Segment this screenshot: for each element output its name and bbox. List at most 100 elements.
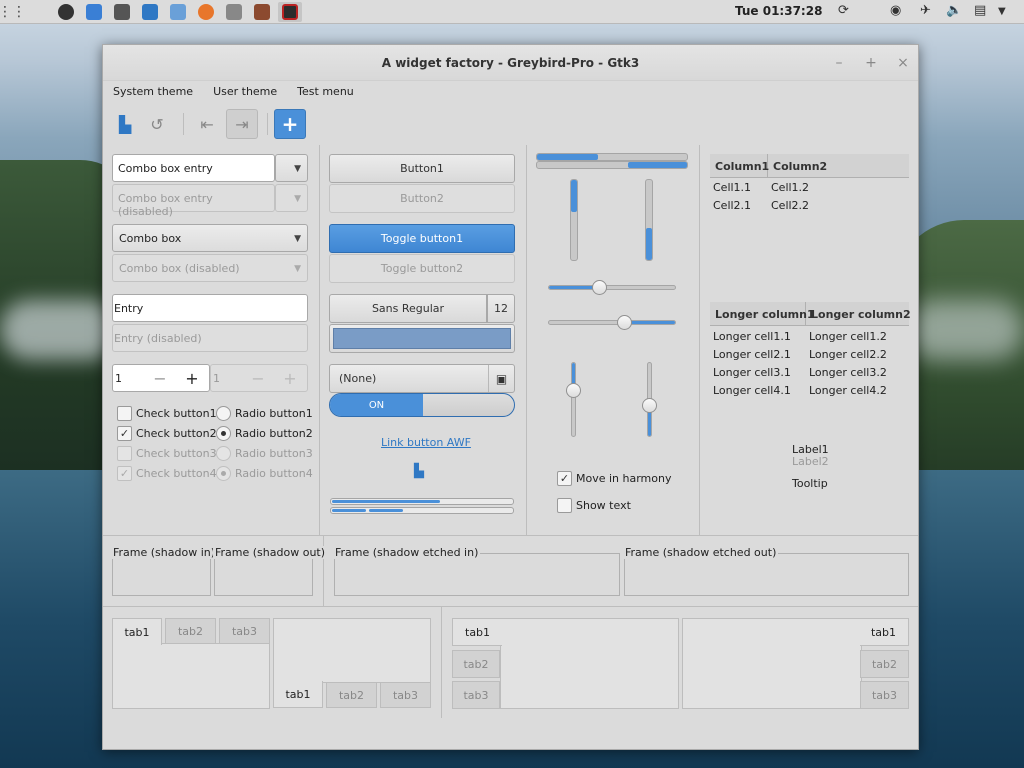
inkscape-icon[interactable] xyxy=(110,2,134,22)
table2-cell[interactable]: Longer cell1.2 xyxy=(809,330,887,343)
menu-system-theme[interactable]: System theme xyxy=(103,83,203,103)
record-icon[interactable]: ◉ xyxy=(890,3,901,18)
switch[interactable]: ON xyxy=(329,393,515,417)
chevron-down-icon[interactable]: ▼ xyxy=(998,6,1006,17)
files-icon[interactable] xyxy=(82,2,106,22)
tab2[interactable]: tab2 xyxy=(165,618,216,644)
table1-column1[interactable]: Column1 xyxy=(715,160,769,173)
radio-dot xyxy=(221,471,226,476)
toggle-button1[interactable]: Toggle button1 xyxy=(329,224,515,253)
table2-cell[interactable]: Longer cell4.1 xyxy=(713,384,791,397)
active-app-icon[interactable] xyxy=(278,1,302,22)
undo-icon[interactable]: ↺ xyxy=(141,109,173,139)
tab3[interactable]: tab3 xyxy=(380,682,431,708)
menu-user-theme[interactable]: User theme xyxy=(203,83,287,103)
notebook-bottom-page xyxy=(273,618,431,683)
tooltip-label[interactable]: Tooltip xyxy=(792,477,828,490)
clipboard-icon[interactable]: ▤ xyxy=(974,3,986,18)
horizontal-slider2[interactable] xyxy=(548,320,676,325)
slider-knob3[interactable] xyxy=(566,383,581,398)
refresh-icon[interactable]: ⟳ xyxy=(838,3,849,18)
link-button[interactable]: Link button AWF xyxy=(381,436,471,449)
image-viewer-icon[interactable] xyxy=(250,2,274,22)
table2-cell[interactable]: Longer cell4.2 xyxy=(809,384,887,397)
progress-fill xyxy=(646,228,652,260)
add-button[interactable]: + xyxy=(274,109,306,139)
tab2[interactable]: tab2 xyxy=(326,682,377,708)
slider-knob1[interactable] xyxy=(592,280,607,295)
spin-minus-button[interactable]: − xyxy=(145,368,175,390)
check-button2[interactable]: ✓ xyxy=(117,426,132,441)
table2-cell[interactable]: Longer cell3.1 xyxy=(713,366,791,379)
last-icon[interactable]: ⇥ xyxy=(226,109,258,139)
notebook-separator xyxy=(441,606,442,718)
maximize-button[interactable]: + xyxy=(863,55,879,71)
spin-button[interactable]: 1 − + xyxy=(112,364,210,392)
table2-cell[interactable]: Longer cell2.2 xyxy=(809,348,887,361)
check-button1[interactable] xyxy=(117,406,132,421)
settings-icon[interactable] xyxy=(222,2,246,22)
combo-box[interactable]: Combo box ▼ xyxy=(112,224,308,252)
progress-bar-top xyxy=(536,153,688,161)
radio-button1[interactable] xyxy=(216,406,231,421)
table2-cell[interactable]: Longer cell1.1 xyxy=(713,330,791,343)
file-chooser-label: (None) xyxy=(339,372,377,385)
horizontal-slider1[interactable] xyxy=(548,285,676,290)
app-logo-icon[interactable]: ▙ xyxy=(109,109,141,139)
combo-entry-button[interactable]: ▼ xyxy=(275,154,308,182)
font-size[interactable]: 12 xyxy=(487,294,515,323)
frame-shadow-out-label: Frame (shadow out) xyxy=(213,546,328,559)
table1-cell[interactable]: Cell1.2 xyxy=(771,181,809,194)
editor-icon[interactable] xyxy=(138,2,162,22)
table1-cell[interactable]: Cell2.2 xyxy=(771,199,809,212)
toolbar: ▙ ↺ ⇤ ⇥ + xyxy=(103,107,918,141)
apps-grid-icon[interactable]: ⋮⋮ xyxy=(0,0,26,24)
font-button[interactable]: Sans Regular xyxy=(329,294,487,323)
table1-column2[interactable]: Column2 xyxy=(773,160,827,173)
volume-icon[interactable]: 🔈 xyxy=(946,3,962,18)
minimize-button[interactable]: – xyxy=(831,55,847,71)
vertical-slider1[interactable] xyxy=(571,362,576,437)
tab1[interactable]: tab1 xyxy=(273,681,323,708)
tab3[interactable]: tab3 xyxy=(219,618,270,644)
table2-column2[interactable]: Longer column2 xyxy=(811,308,911,321)
level-bar xyxy=(330,507,514,514)
entry-field[interactable]: Entry xyxy=(112,294,308,322)
spin-plus-button[interactable]: + xyxy=(177,368,207,390)
table1-cell[interactable]: Cell1.1 xyxy=(713,181,751,194)
table2-cell[interactable]: Longer cell3.2 xyxy=(809,366,887,379)
slider-knob2[interactable] xyxy=(617,315,632,330)
top-panel: ⋮⋮ Tue 01:37:28 ⟳ ◉ ✈ 🔈 ▤ ▼ xyxy=(0,0,1024,24)
combo-entry-field[interactable]: Combo box entry xyxy=(112,154,275,182)
firefox-icon[interactable] xyxy=(194,2,218,22)
button1[interactable]: Button1 xyxy=(329,154,515,183)
tab1[interactable]: tab1 xyxy=(112,618,162,645)
first-icon[interactable]: ⇤ xyxy=(191,109,223,139)
frame-shadow-in-label: Frame (shadow in) xyxy=(111,546,218,559)
color-button[interactable] xyxy=(329,324,515,353)
show-text-checkbox[interactable] xyxy=(557,498,572,513)
tab2[interactable]: tab2 xyxy=(860,650,909,678)
entry-field-disabled: Entry (disabled) xyxy=(112,324,308,352)
menu-test[interactable]: Test menu xyxy=(287,83,364,103)
clock[interactable]: Tue 01:37:28 xyxy=(735,4,822,18)
radio-button2[interactable] xyxy=(216,426,231,441)
table2-cell[interactable]: Longer cell2.1 xyxy=(713,348,791,361)
title-bar[interactable]: A widget factory - Greybird-Pro - Gtk3 –… xyxy=(103,45,918,81)
table2-column1[interactable]: Longer column1 xyxy=(715,308,815,321)
tab2[interactable]: tab2 xyxy=(452,650,500,678)
file-chooser-button[interactable]: (None) ▣ xyxy=(329,364,515,393)
table1-cell[interactable]: Cell2.1 xyxy=(713,199,751,212)
move-in-harmony-checkbox[interactable]: ✓ xyxy=(557,471,572,486)
slider-knob4[interactable] xyxy=(642,398,657,413)
screenshot-icon[interactable] xyxy=(166,2,190,22)
tab1[interactable]: tab1 xyxy=(452,618,502,646)
check-button4: ✓ xyxy=(117,466,132,481)
tab1[interactable]: tab1 xyxy=(860,618,909,646)
airplane-icon[interactable]: ✈ xyxy=(920,3,931,18)
terminal-icon[interactable] xyxy=(54,2,78,22)
tab3[interactable]: tab3 xyxy=(452,681,500,709)
tab3[interactable]: tab3 xyxy=(860,681,909,709)
close-button[interactable]: × xyxy=(895,55,911,71)
label2: Label2 xyxy=(792,455,829,468)
